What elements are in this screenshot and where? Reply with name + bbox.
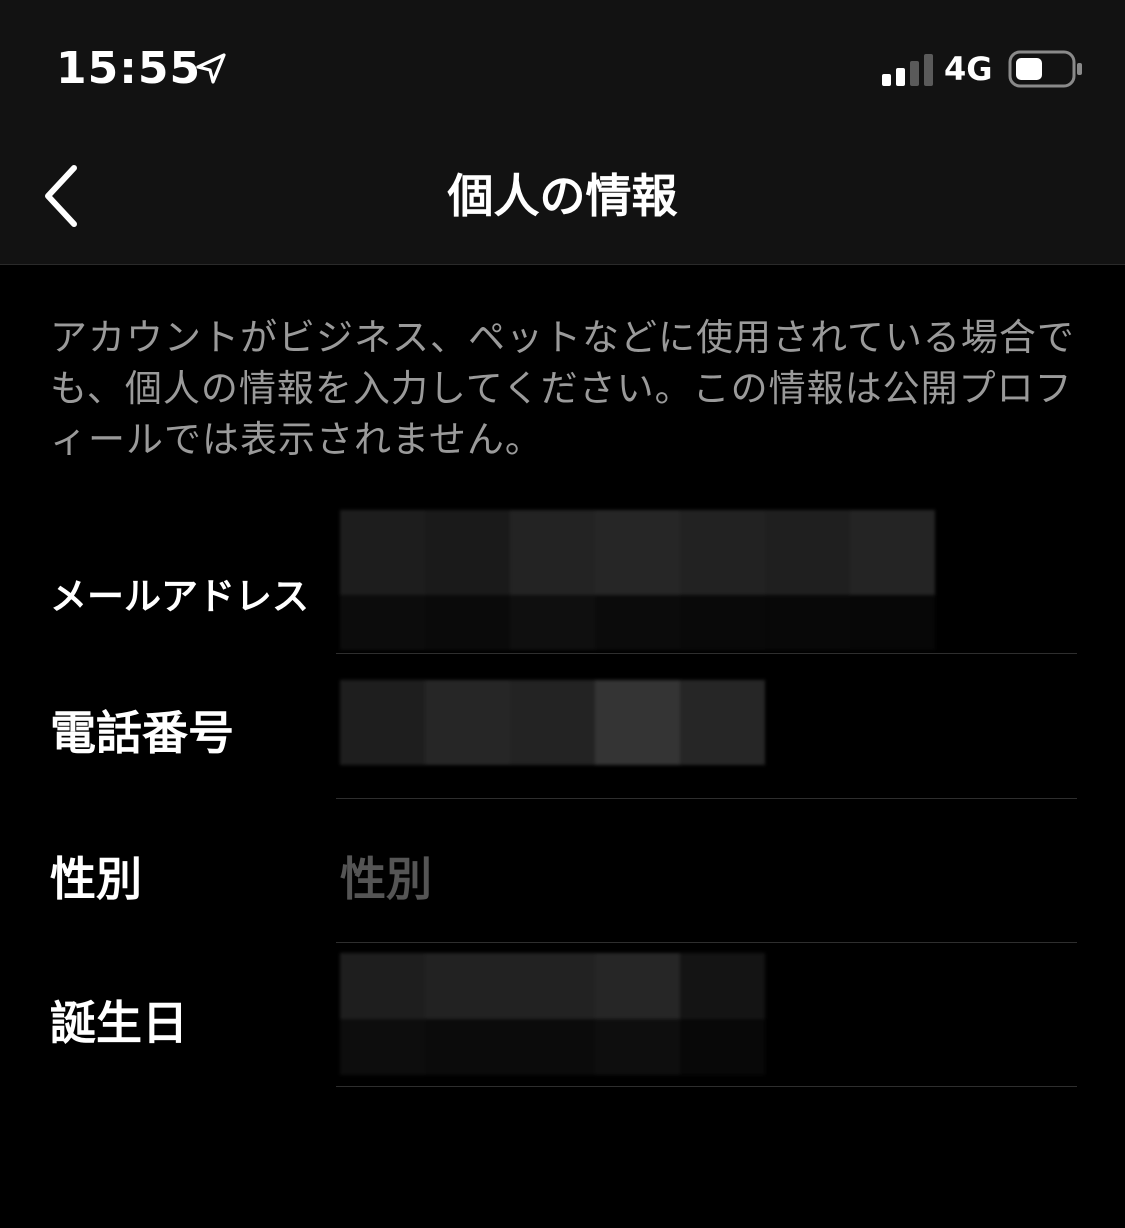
gender-placeholder: 性別 (340, 852, 432, 906)
row-divider (336, 1086, 1077, 1087)
email-row: メールアドレス (0, 510, 1125, 654)
birthday-field[interactable] (336, 943, 1077, 1086)
redacted-email-value (340, 510, 935, 650)
battery-icon (1008, 50, 1084, 88)
gender-label: 性別 (50, 852, 142, 906)
navigation-bar: 個人の情報 (0, 130, 1125, 265)
info-description: アカウントがビジネス、ペットなどに使用されている場合でも、個人の情報を入力してく… (50, 316, 1075, 461)
email-field[interactable] (336, 510, 1077, 653)
signal-bars-icon (882, 52, 934, 86)
page-title: 個人の情報 (447, 169, 678, 223)
birthday-label: 誕生日 (50, 996, 188, 1050)
redacted-phone-value (340, 680, 765, 765)
redacted-birthday-value (340, 953, 765, 1075)
phone-label: 電話番号 (50, 706, 234, 760)
location-arrow-icon (194, 52, 228, 86)
phone-row: 電話番号 (0, 655, 1125, 799)
status-time: 15:55 (56, 43, 202, 94)
personal-info-screen: 15:55 4G 個人の情報 アカウントがビジネス、ペットなどに使用されている場… (0, 0, 1125, 1228)
status-bar: 15:55 4G (0, 0, 1125, 130)
phone-field[interactable] (336, 655, 1077, 798)
network-type: 4G (944, 50, 993, 88)
gender-row: 性別 性別 (0, 799, 1125, 943)
gender-field[interactable]: 性別 (336, 799, 1077, 942)
birthday-row: 誕生日 (0, 943, 1125, 1087)
email-label: メールアドレス (50, 575, 309, 618)
row-divider (336, 653, 1077, 654)
